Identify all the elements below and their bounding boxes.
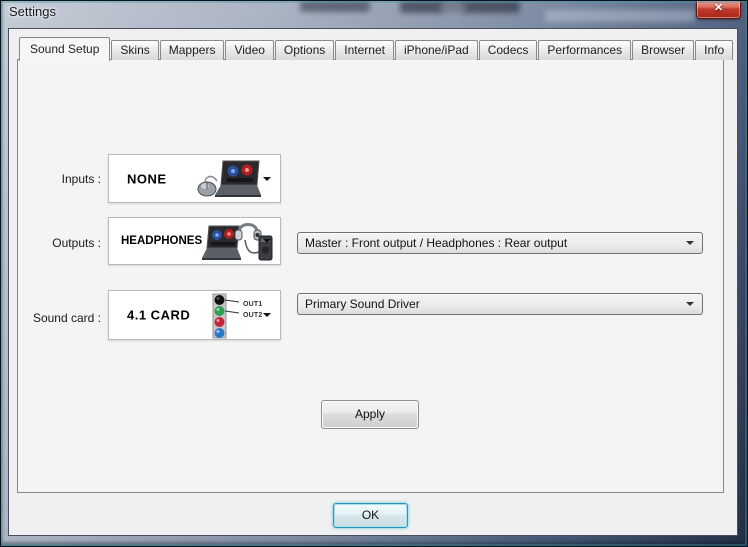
sound-driver-combobox[interactable]: Primary Sound Driver	[297, 293, 703, 315]
tab-skins[interactable]: Skins	[111, 40, 159, 60]
mouse-laptop-icon	[197, 160, 261, 197]
jack-out2-label: OUT2	[243, 312, 263, 319]
tab-sound-setup[interactable]: Sound Setup	[19, 37, 111, 61]
outputs-device-selector[interactable]: HEADPHONES	[108, 217, 281, 265]
jack-out1-label: OUT1	[243, 301, 263, 308]
inputs-label: Inputs :	[61, 172, 101, 186]
window-title: Settings	[9, 4, 56, 19]
tab-iphone-ipad[interactable]: iPhone/iPad	[394, 40, 478, 60]
sound-card-label: Sound card :	[32, 311, 101, 325]
sound-card-selected-value: 4.1 CARD	[127, 307, 191, 323]
dropdown-arrow-icon	[263, 176, 271, 181]
sound-driver-value: Primary Sound Driver	[305, 297, 420, 311]
ok-button[interactable]: OK	[333, 503, 408, 528]
outputs-label: Outputs :	[52, 236, 101, 250]
settings-tab-control: Sound Setup Skins Mappers Video Options …	[17, 36, 734, 493]
tab-internet[interactable]: Internet	[335, 40, 394, 60]
outputs-selected-value: HEADPHONES	[121, 235, 203, 247]
inputs-selected-value: NONE	[127, 171, 167, 186]
output-routing-value: Master : Front output / Headphones : Rea…	[305, 236, 568, 250]
tab-video[interactable]: Video	[225, 40, 274, 60]
tab-performances[interactable]: Performances	[538, 40, 632, 60]
tab-options[interactable]: Options	[274, 40, 335, 60]
dropdown-arrow-icon	[263, 239, 271, 243]
sound-setup-page: Inputs : Outputs : Sound card : NONE HEA…	[17, 59, 724, 493]
sound-card-selector[interactable]: 4.1 CARD OUT1 OUT2	[108, 290, 281, 340]
tab-mappers[interactable]: Mappers	[159, 40, 225, 60]
dropdown-arrow-icon	[686, 241, 694, 245]
dialog-client-area: Sound Setup Skins Mappers Video Options …	[8, 28, 738, 536]
inputs-device-selector[interactable]: NONE	[108, 154, 281, 203]
close-button[interactable]: ✕	[696, 0, 741, 19]
dropdown-arrow-icon	[686, 302, 694, 306]
tab-browser[interactable]: Browser	[632, 40, 695, 60]
tab-codecs[interactable]: Codecs	[478, 40, 538, 60]
titlebar[interactable]: Settings ✕	[0, 0, 748, 28]
tab-strip: Sound Setup Skins Mappers Video Options …	[17, 36, 734, 61]
output-routing-combobox[interactable]: Master : Front output / Headphones : Rea…	[297, 232, 703, 254]
dropdown-arrow-icon	[263, 313, 271, 317]
close-icon: ✕	[713, 2, 724, 14]
settings-window: Settings ✕ Sound Setup Skins Mappers Vid…	[0, 0, 748, 547]
tab-info[interactable]: Info	[695, 40, 734, 60]
apply-button[interactable]: Apply	[321, 400, 419, 429]
